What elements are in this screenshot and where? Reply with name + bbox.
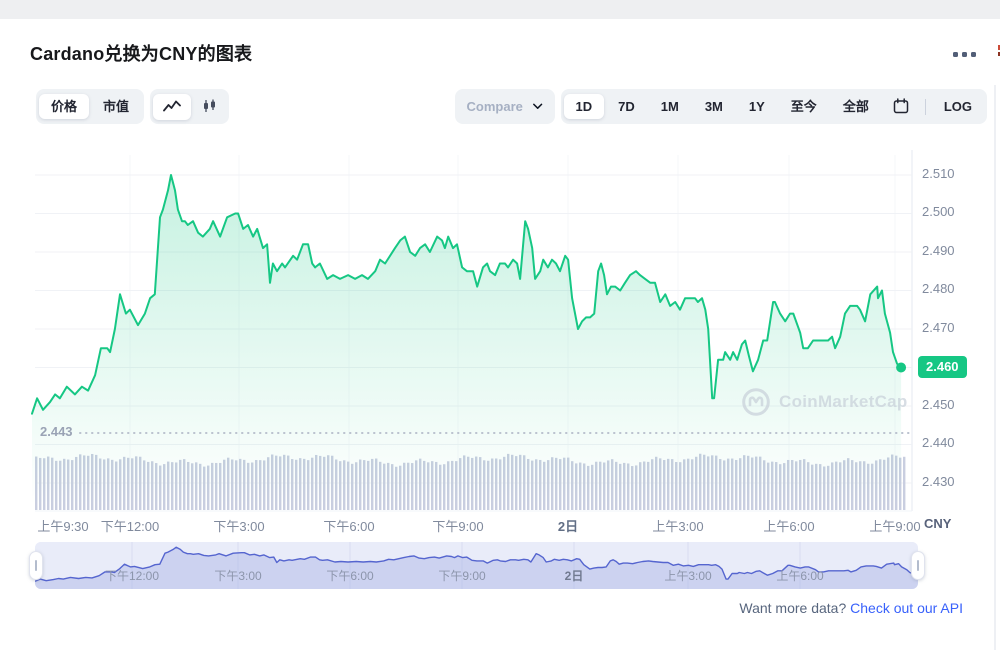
y-axis-tick: 2.500	[922, 204, 974, 219]
y-axis-tick: 2.450	[922, 397, 974, 412]
minimap-label: 上午6:00	[776, 567, 823, 584]
minimap-label: 上午3:00	[664, 567, 711, 584]
y-axis-tick: 2.480	[922, 281, 974, 296]
footer-prompt: Want more data?	[739, 600, 846, 616]
minimap-label: 下午6:00	[326, 567, 373, 584]
minimap-label: 下午3:00	[214, 567, 261, 584]
x-axis-label: 上午9:30	[37, 516, 88, 535]
y-axis-tick: 2.470	[922, 320, 974, 335]
minimap-label: 下午12:00	[105, 567, 159, 584]
current-price-badge: 2.460	[918, 356, 967, 378]
watermark-label: CoinMarketCap	[779, 392, 908, 412]
x-axis-label: 上午9:00	[869, 516, 920, 535]
footer-api-promo: Want more data? Check out our API	[739, 600, 963, 616]
x-axis-label: 下午12:00	[101, 516, 160, 535]
coinmarketcap-logo-icon	[741, 387, 771, 417]
y-axis-tick: 2.510	[922, 166, 974, 181]
watermark: CoinMarketCap	[741, 387, 908, 417]
price-area	[32, 175, 901, 511]
y-axis-tick: 2.430	[922, 474, 974, 489]
x-axis-label: 上午3:00	[652, 516, 703, 535]
x-axis-label: 下午9:00	[432, 516, 483, 535]
minimap-right-handle[interactable]	[911, 551, 925, 580]
api-link[interactable]: Check out our API	[850, 600, 963, 616]
minimap-label: 下午9:00	[438, 567, 485, 584]
x-axis-label: 2日	[558, 516, 578, 535]
low-price-label: 2.443	[40, 424, 73, 439]
x-axis-label: 上午6:00	[763, 516, 814, 535]
chart-page: Cardano兑换为CNY的图表 价格 市值	[0, 0, 1000, 650]
right-panel-divider	[994, 85, 996, 650]
minimap-left-handle[interactable]	[29, 551, 43, 580]
currency-unit-label: CNY	[924, 516, 951, 531]
y-axis-tick: 2.440	[922, 435, 974, 450]
y-axis-tick: 2.490	[922, 243, 974, 258]
x-axis-label: 下午3:00	[213, 516, 264, 535]
minimap-label: 2日	[565, 567, 584, 584]
x-axis-label: 下午6:00	[323, 516, 374, 535]
current-price-dot	[896, 363, 906, 373]
